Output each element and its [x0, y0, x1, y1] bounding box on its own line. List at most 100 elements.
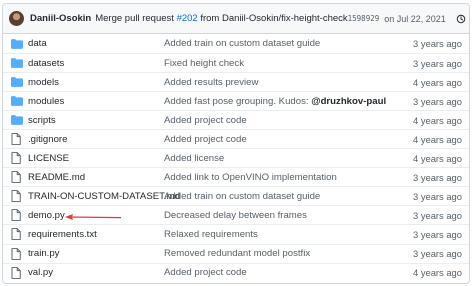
file-name-link[interactable]: requirements.txt [28, 229, 97, 240]
history-icon [456, 14, 466, 23]
file-icon [11, 133, 21, 146]
file-row[interactable]: datasets Fixed height check 3 years ago [3, 53, 469, 72]
last-updated-age: 4 years ago [413, 133, 462, 145]
commit-message-text: Added fast pose grouping. Kudos: [164, 95, 312, 107]
file-icon [11, 247, 21, 260]
commit-message-text: Added project code [164, 133, 247, 145]
file-name-link[interactable]: LICENSE [28, 153, 69, 164]
commit-message-text: Added project code [164, 114, 247, 126]
commit-message-text: Added link to OpenVINO implementation [164, 171, 337, 183]
commit-message-link[interactable]: Added fast pose grouping. Kudos: @druzhk… [164, 96, 386, 107]
file-name-link[interactable]: scripts [28, 115, 56, 126]
last-updated-age: 3 years ago [413, 190, 462, 202]
folder-icon-wrap [11, 58, 25, 68]
file-name-link[interactable]: data [28, 38, 47, 49]
last-updated-age: 3 years ago [413, 95, 462, 107]
file-row[interactable]: models Added results preview 4 years ago [3, 72, 469, 91]
file-icon-wrap [11, 171, 25, 184]
folder-icon [11, 77, 23, 87]
commit-history-link[interactable]: 35 commits [456, 13, 469, 24]
file-icon-wrap [11, 247, 25, 260]
commit-message-link[interactable]: Fixed height check [164, 58, 244, 69]
commit-message-link[interactable]: Relaxed requirements [164, 229, 258, 240]
commit-message-link[interactable]: Added train on custom dataset guide [164, 191, 320, 202]
file-row[interactable]: val.py Added project code 4 years ago [3, 262, 469, 282]
file-icon [11, 228, 21, 241]
file-row[interactable]: data Added train on custom dataset guide 3… [3, 34, 469, 53]
last-updated-age: 3 years ago [413, 38, 462, 50]
file-row[interactable]: README.md Added link to OpenVINO implemen… [3, 167, 469, 186]
commit-sha[interactable]: 1598929 [348, 14, 380, 23]
file-name-link[interactable]: TRAIN-ON-CUSTOM-DATASET.md [28, 191, 180, 202]
file-name-link[interactable]: demo.py [28, 210, 65, 221]
commit-message-link[interactable]: Added project code [164, 134, 247, 145]
commit-message-text: Decreased delay between frames [164, 209, 307, 221]
file-icon-wrap [11, 152, 25, 165]
folder-icon-wrap [11, 115, 25, 126]
commit-message-link[interactable]: Added results preview [164, 77, 258, 88]
commit-message-prefix[interactable]: Merge pull request [95, 13, 174, 24]
file-name-link[interactable]: modules [28, 96, 64, 107]
commit-message-link[interactable]: Added license [164, 153, 224, 164]
commit-message-text: Fixed height check [164, 57, 244, 69]
user-mention-link[interactable]: @druzhkov-paul [311, 96, 386, 107]
commit-message-link[interactable]: Added link to OpenVINO implementation [164, 172, 337, 183]
file-icon [11, 152, 21, 165]
file-row[interactable]: requirements.txt Relaxed requirements 3 ye… [3, 224, 469, 243]
file-row[interactable]: scripts Added project code 4 years ago [3, 110, 469, 129]
file-icon [11, 171, 21, 184]
last-updated-age: 3 years ago [413, 228, 462, 240]
folder-icon [11, 58, 23, 68]
author-avatar[interactable] [9, 11, 24, 26]
repo-file-browser: Daniil-Osokin Merge pull request #202 fr… [2, 3, 470, 284]
last-updated-age: 4 years ago [413, 267, 462, 279]
file-icon [11, 209, 21, 222]
commit-message-link[interactable]: Decreased delay between frames [164, 210, 307, 221]
last-updated-age: 3 years ago [413, 248, 462, 260]
commit-author-link[interactable]: Daniil-Osokin [30, 13, 91, 24]
last-updated-age: 3 years ago [413, 171, 462, 183]
file-icon-wrap [11, 228, 25, 241]
last-updated-age: 3 years ago [413, 209, 462, 221]
file-row[interactable]: LICENSE Added license 4 years ago [3, 148, 469, 167]
file-icon-wrap [11, 133, 25, 146]
commit-message-text: Added project code [164, 267, 247, 279]
folder-icon [11, 38, 23, 49]
annotation-arrow-icon [65, 214, 121, 221]
file-icon [11, 190, 21, 203]
file-name-link[interactable]: val.py [28, 267, 53, 278]
file-row[interactable]: demo.py Decreased delay between frames 3 y… [3, 205, 469, 224]
file-name-link[interactable]: .gitignore [28, 134, 67, 145]
commit-message-suffix[interactable]: from Daniil-Osokin/fix-height-check [200, 13, 347, 24]
folder-icon [11, 96, 23, 107]
file-name-link[interactable]: README.md [28, 172, 85, 183]
pull-request-link[interactable]: #202 [177, 13, 198, 24]
file-icon-wrap [11, 266, 25, 279]
file-row[interactable]: TRAIN-ON-CUSTOM-DATASET.md Added train on… [3, 186, 469, 205]
commit-message-link[interactable]: Added train on custom dataset guide [164, 38, 320, 49]
commit-message-link[interactable]: Added project code [164, 267, 247, 278]
file-icon-wrap [11, 209, 25, 222]
commit-message-text: Removed redundant model postfix [164, 248, 311, 260]
file-row[interactable]: modules Added fast pose grouping. Kudos: … [3, 91, 469, 110]
commit-date: on Jul 22, 2021 [384, 13, 446, 24]
last-updated-age: 3 years ago [413, 57, 462, 69]
commit-message-link[interactable]: Removed redundant model postfix [164, 248, 310, 259]
file-name-link[interactable]: train.py [28, 248, 59, 259]
last-updated-age: 4 years ago [413, 114, 462, 126]
commit-message-text: Added results preview [164, 76, 259, 88]
last-updated-age: 4 years ago [413, 76, 462, 88]
file-row[interactable]: .gitignore Added project code 4 years ago [3, 129, 469, 148]
folder-icon-wrap [11, 77, 25, 87]
file-row[interactable]: train.py Removed redundant model postfix 3… [3, 243, 469, 263]
commit-message-text: Added train on custom dataset guide [164, 190, 321, 202]
file-list: data Added train on custom dataset guide 3… [3, 34, 469, 282]
last-updated-age: 4 years ago [413, 152, 462, 164]
file-name-link[interactable]: datasets [28, 58, 64, 69]
commit-message-text: Relaxed requirements [164, 228, 258, 240]
folder-icon-wrap [11, 96, 25, 107]
file-name-link[interactable]: models [28, 77, 59, 88]
commit-message-link[interactable]: Added project code [164, 115, 247, 126]
file-icon [11, 266, 21, 279]
folder-icon-wrap [11, 38, 25, 49]
